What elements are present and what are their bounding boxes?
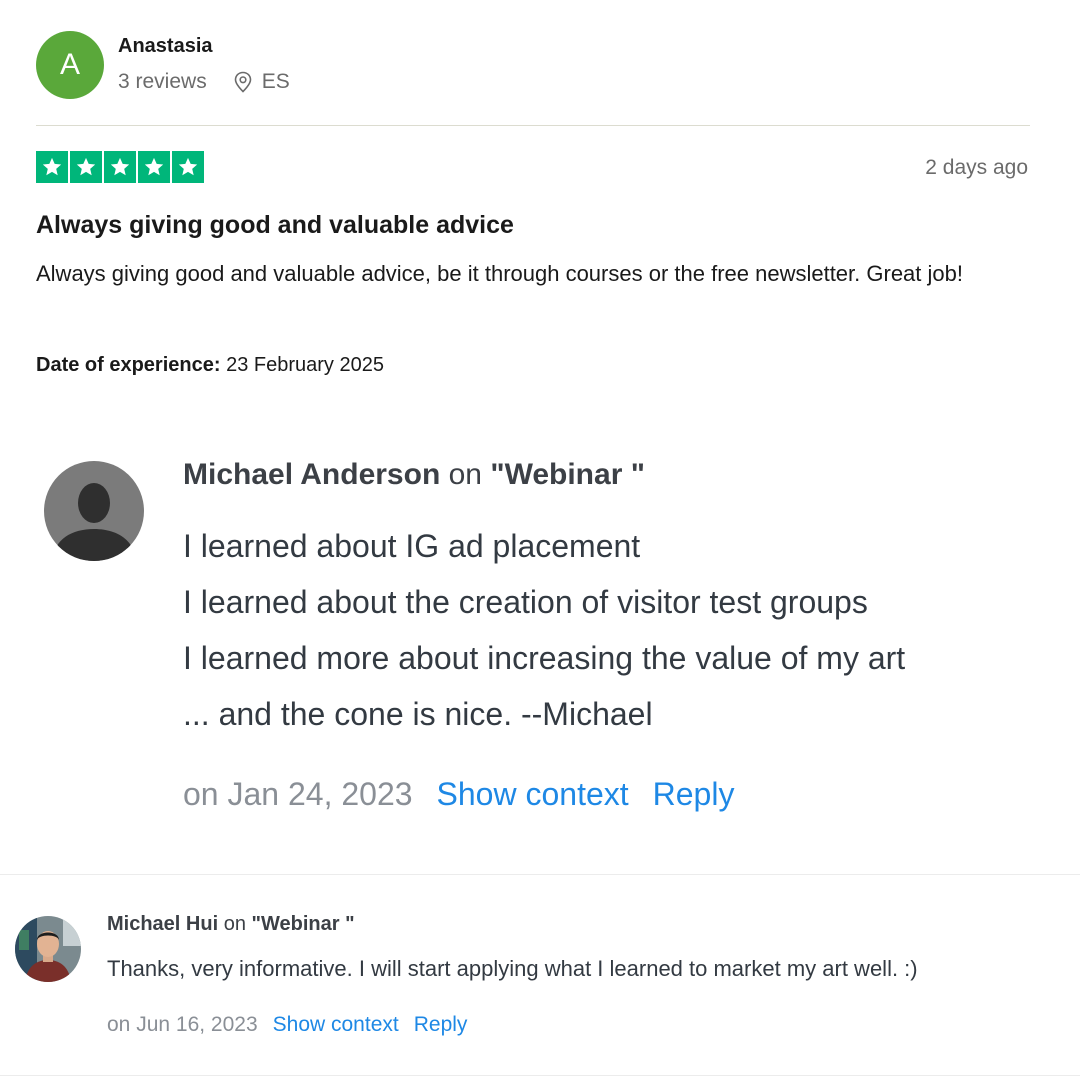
reply-link[interactable]: Reply: [414, 1013, 468, 1037]
comment-header: Michael Hui on "Webinar ": [107, 913, 355, 936]
date-of-experience: Date of experience: 23 February 2025: [36, 354, 384, 377]
comment-line: ... and the cone is nice. --Michael: [183, 696, 653, 732]
comment-date: on Jun 16, 2023: [107, 1013, 258, 1036]
reviewer-avatar[interactable]: A: [36, 31, 104, 99]
review-title: Always giving good and valuable advice: [36, 211, 514, 239]
comment-line: I learned about the creation of visitor …: [183, 584, 868, 620]
star-icon: [172, 151, 204, 183]
comment-author[interactable]: Michael Anderson: [183, 458, 440, 491]
reply-link[interactable]: Reply: [653, 776, 735, 813]
comment-author[interactable]: Michael Hui: [107, 913, 218, 935]
experience-label: Date of experience:: [36, 354, 221, 376]
star-rating: [36, 151, 204, 183]
star-icon: [138, 151, 170, 183]
reviewer-initial: A: [59, 48, 80, 81]
reviewer-country: ES: [261, 70, 290, 93]
comment-line: I learned about IG ad placement: [183, 528, 641, 564]
review-date: 2 days ago: [925, 156, 1028, 179]
comment-date: on Jan 24, 2023: [183, 776, 413, 812]
comment-footer: on Jan 24, 2023 Show context Reply: [183, 776, 734, 813]
comment-topic[interactable]: "Webinar ": [490, 458, 645, 491]
photo-avatar: [15, 916, 81, 982]
comment-header: Michael Anderson on "Webinar ": [183, 458, 645, 492]
divider: [0, 1075, 1080, 1076]
comment-on: on: [448, 458, 482, 491]
divider: [36, 125, 1030, 126]
star-icon: [70, 151, 102, 183]
review-count: 3 reviews: [118, 70, 207, 93]
comment-body: Thanks, very informative. I will start a…: [107, 956, 918, 981]
silhouette-icon: [44, 461, 144, 561]
comment-footer: on Jun 16, 2023 Show context Reply: [107, 1013, 467, 1037]
comment-on: on: [223, 913, 246, 935]
star-icon: [104, 151, 136, 183]
review-body: Always giving good and valuable advice, …: [36, 261, 963, 286]
divider: [0, 874, 1080, 875]
show-context-link[interactable]: Show context: [437, 776, 629, 813]
star-icon: [36, 151, 68, 183]
reviewer-name[interactable]: Anastasia: [118, 35, 213, 58]
experience-date: 23 February 2025: [226, 354, 384, 376]
reviewer-meta: 3 reviews ES: [118, 70, 290, 94]
comment-line: I learned more about increasing the valu…: [183, 640, 906, 676]
show-context-link[interactable]: Show context: [273, 1013, 399, 1037]
comment-topic[interactable]: "Webinar ": [252, 913, 355, 935]
comment-body: I learned about IG ad placement I learne…: [183, 518, 905, 742]
location-pin-icon: [233, 71, 253, 93]
